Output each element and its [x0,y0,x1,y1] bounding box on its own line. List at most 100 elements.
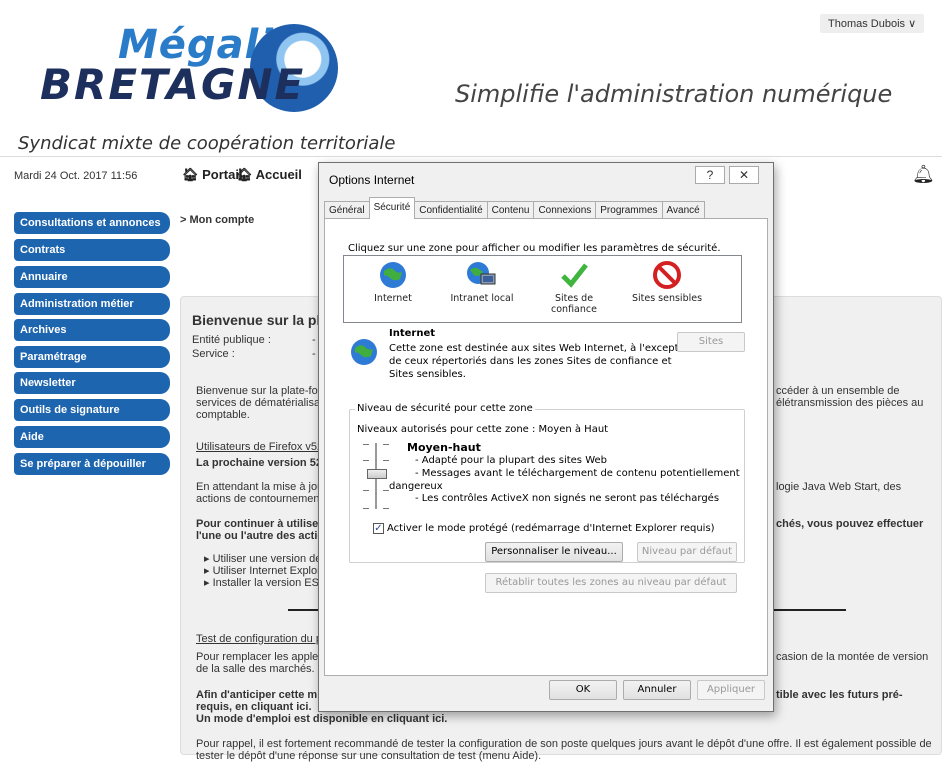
zone-restricted[interactable]: Sites sensibles [627,256,707,304]
firefox-link[interactable]: Utilisateurs de Firefox v52 [196,441,323,453]
sidebar-item-signature[interactable]: Outils de signature [14,399,170,421]
tab-connexions[interactable]: Connexions [533,201,597,219]
sidebar-item-parametrage[interactable]: Paramétrage [14,346,170,368]
entite-label: Entité publique : [192,334,271,346]
reminder-text: tester le dépôt d'une réponse sur une co… [196,750,542,762]
tab-contenu[interactable]: Contenu [486,201,535,219]
divider [288,609,318,611]
sidebar-item-newsletter[interactable]: Newsletter [14,372,170,394]
zone-label: Internet [374,293,412,304]
anticipate-text[interactable]: requis, en cliquant ici. [196,701,312,713]
intro-text: Bienvenue sur la plate-form [196,385,331,397]
intro-text: services de dématérialisati [196,397,326,409]
sidebar-item-archives[interactable]: Archives [14,319,170,341]
protected-mode-label: Activer le mode protégé (redémarrage d'I… [387,523,715,534]
sidebar-item-consultations[interactable]: Consultations et annonces [14,212,170,234]
slider-tick [363,508,369,509]
list-item: ▸ Utiliser Internet Explor [204,565,321,577]
config-test-link[interactable]: Test de configuration du p [196,633,322,645]
cancel-button[interactable]: Annuler [623,680,691,700]
intro-text-right: élétransmission des pièces au [776,397,924,409]
workaround-text: En attendant la mise à jou [196,481,324,493]
internet-options-dialog: Options Internet ? ✕ Général Sécurité Co… [318,162,774,712]
reset-all-zones-button[interactable]: Rétablir toutes les zones au niveau par … [485,573,737,593]
anticipate-text-right: tible avec les futurs pré- [776,689,903,701]
level-description: - Les contrôles ActiveX non signés ne se… [415,493,720,504]
zone-intranet[interactable]: Intranet local [442,256,522,304]
anticipate-text: Afin d'anticiper cette mis [196,689,327,701]
intranet-icon [467,262,496,285]
home-icon: 🏠︎ [182,167,199,182]
level-name: Moyen-haut [407,441,481,454]
checkmark-icon [561,263,588,288]
protected-mode-checkbox[interactable]: ✓ [373,523,384,534]
zone-selector: Internet Intranet local Sites de confian… [343,255,742,323]
firefox-notice: La prochaine version 52 [196,457,322,469]
level-description: dangereux [389,481,443,492]
reminder-text: Pour rappel, il est fortement recommandé… [196,738,932,750]
slider-tick [383,508,389,509]
home-icon: 🏠︎ [236,167,253,182]
page-title: Bienvenue sur la plat [192,312,333,328]
slider-tick [363,444,369,445]
sidebar-item-aide[interactable]: Aide [14,426,170,448]
continue-text: Pour continuer à utiliser [196,518,323,530]
slider-tick [383,460,389,461]
tab-avance[interactable]: Avancé [661,201,705,219]
ok-button[interactable]: OK [549,680,617,700]
intro-text-right: ccéder à un ensemble de [776,385,900,397]
zone-instruction: Cliquez sur une zone pour afficher ou mo… [348,243,721,254]
tab-confidentialite[interactable]: Confidentialité [414,201,488,219]
continue-text: l'une ou l'autre des actio [196,530,325,542]
sites-button[interactable]: Sites [677,332,745,352]
default-level-button[interactable]: Niveau par défaut [637,542,737,562]
intro-text: comptable. [196,409,250,421]
slider-tick [363,460,369,461]
logo-text-bretagne: BRETAGNE [40,60,306,109]
allowed-levels: Niveaux autorisés pour cette zone : Moye… [357,424,609,435]
zone-trusted[interactable]: Sites de confiance [534,256,614,315]
portail-link[interactable]: 🏠︎ Portail [182,167,243,183]
zone-label: Intranet local [450,293,514,304]
tab-securite[interactable]: Sécurité [368,197,416,219]
globe-icon [380,262,406,288]
manual-link-text[interactable]: Un mode d'emploi est disponible en cliqu… [196,713,447,725]
globe-icon [351,339,377,365]
level-description: - Adapté pour la plupart des sites Web [415,455,607,466]
sidebar-item-annuaire[interactable]: Annuaire [14,266,170,288]
sidebar-item-depouiller[interactable]: Se préparer à dépouiller [14,453,170,475]
dialog-title: Options Internet [329,173,415,187]
workaround-text: actions de contournement [196,493,323,505]
level-description: - Messages avant le téléchargement de co… [415,468,740,479]
zone-description: de ceux répertoriés dans les zones Sites… [389,356,672,367]
accueil-label: Accueil [255,167,302,182]
sidebar-item-contrats[interactable]: Contrats [14,239,170,261]
tab-general[interactable]: Général [324,201,370,219]
zone-label: Sites de confiance [551,293,597,315]
list-item: ▸ Utiliser une version de [204,553,322,565]
zone-description: Cette zone est destinée aux sites Web In… [389,343,694,354]
service-label: Service : [192,348,235,360]
tab-programmes[interactable]: Programmes [595,201,663,219]
tab-strip: Général Sécurité Confidentialité Contenu… [324,197,705,219]
close-button[interactable]: ✕ [729,166,759,184]
syndicat-subtitle: Syndicat mixte de coopération territoria… [18,133,396,154]
user-menu[interactable]: Thomas Dubois ∨ [820,14,925,33]
breadcrumb: > Mon compte [180,214,255,226]
applets-text: de la salle des marchés. [196,663,315,675]
prohibited-icon [653,261,681,289]
zone-description: Sites sensibles. [389,369,466,380]
group-label: Niveau de sécurité pour cette zone [355,403,535,414]
continue-text-right: chés, vous pouvez effectuer [776,518,924,530]
apply-button[interactable]: Appliquer [697,680,765,700]
tagline: Simplifie l'administration numérique [455,80,893,108]
accueil-link[interactable]: 🏠︎ Accueil [236,167,302,183]
security-slider-thumb[interactable] [367,469,387,479]
help-button[interactable]: ? [695,166,725,184]
applets-text-right: casion de la montée de version [776,651,929,663]
zone-internet[interactable]: Internet [353,256,433,304]
sidebar-item-administration[interactable]: Administration métier [14,293,170,315]
bell-icon[interactable]: 🔔︎ [912,164,935,185]
customize-level-button[interactable]: Personnaliser le niveau... [485,542,623,562]
workaround-text-right: logie Java Web Start, des [776,481,902,493]
